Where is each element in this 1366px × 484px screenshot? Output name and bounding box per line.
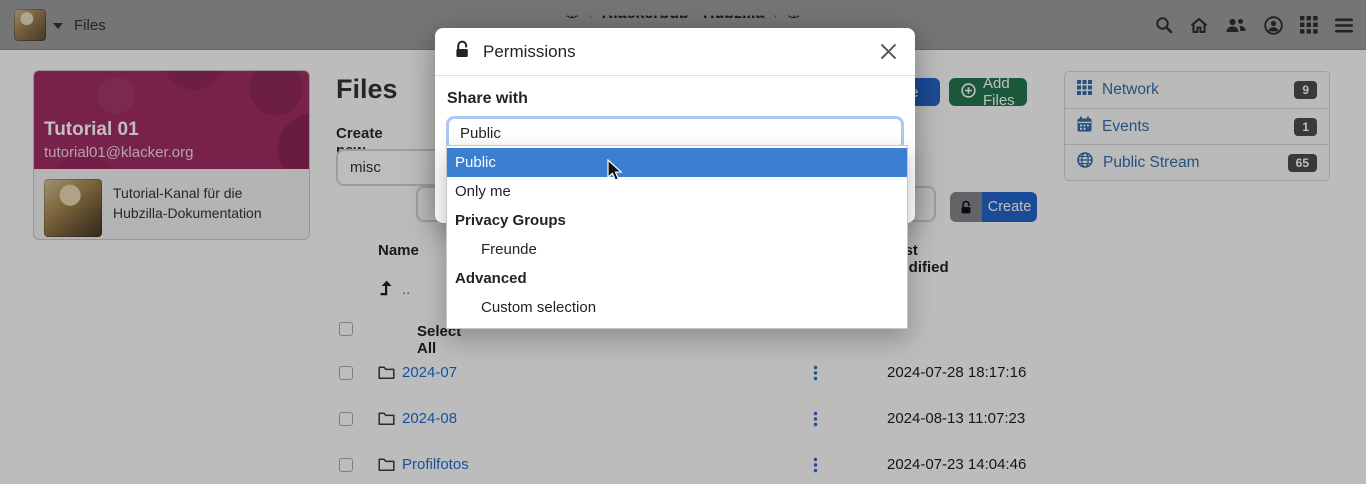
modal-header: Permissions: [435, 28, 915, 76]
dropdown-option-freunde[interactable]: Freunde: [447, 235, 907, 264]
share-with-dropdown: Public Only me Privacy Groups Freunde Ad…: [446, 145, 908, 329]
close-icon[interactable]: [880, 43, 897, 60]
dropdown-option-public[interactable]: Public: [447, 148, 907, 177]
dropdown-option-custom-selection[interactable]: Custom selection: [447, 293, 907, 322]
share-with-label: Share with: [447, 90, 903, 108]
dropdown-header-advanced: Advanced: [447, 264, 907, 293]
modal-title: Permissions: [483, 42, 576, 62]
dropdown-header-privacy-groups: Privacy Groups: [447, 206, 907, 235]
app-screen: Files ⚓ ✶ Klackerbub - Hubzilla ✶ ⚓ Tuto…: [0, 0, 1366, 484]
unlock-icon: [453, 40, 472, 64]
mouse-cursor: [607, 159, 624, 188]
dropdown-option-only-me[interactable]: Only me: [447, 177, 907, 206]
